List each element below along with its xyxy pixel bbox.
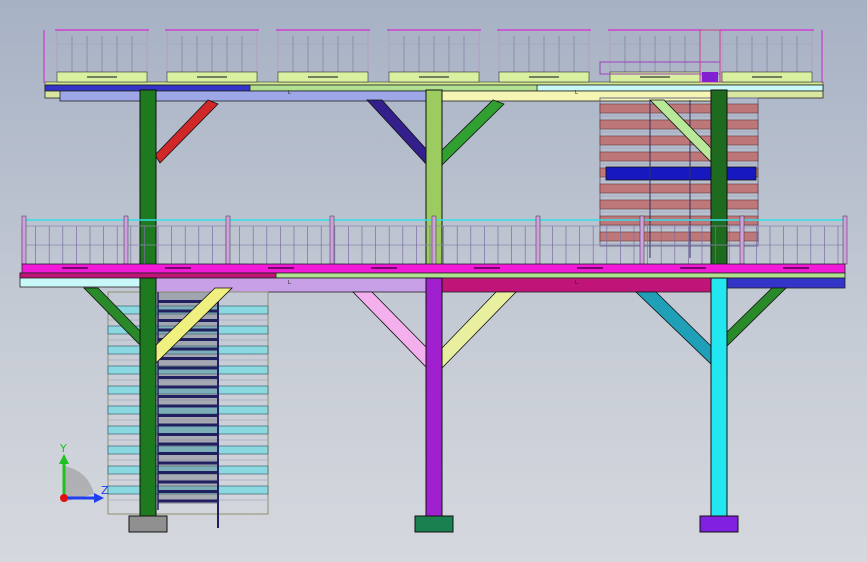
stair-gate — [599, 29, 721, 83]
stair-step — [158, 480, 218, 484]
stair-step — [158, 499, 218, 503]
stair-step — [158, 433, 218, 436]
svg-text:L: L — [575, 90, 578, 96]
stair-step — [158, 471, 218, 474]
railing-panel — [497, 29, 591, 83]
stair-step — [158, 490, 218, 493]
railing-panel — [165, 29, 259, 83]
stair-tread — [599, 151, 759, 162]
stair-tread — [599, 199, 759, 210]
railing-panel — [55, 29, 149, 83]
stair-step — [158, 452, 218, 455]
stair-step — [158, 423, 218, 427]
base-plates — [128, 515, 739, 533]
stair-tread — [599, 135, 759, 146]
svg-text:L: L — [288, 280, 291, 286]
stair-step — [158, 461, 218, 465]
stair-step — [158, 395, 218, 398]
stair-step — [158, 442, 218, 446]
stair-step — [158, 357, 218, 360]
railing-panel — [720, 29, 814, 83]
model-viewport[interactable]: L L L L Y Z — [0, 0, 867, 562]
railing-panel — [276, 29, 370, 83]
svg-text:L: L — [288, 90, 291, 96]
platform-model: L L L L — [19, 29, 848, 533]
stair-tread — [599, 231, 759, 242]
stair-step — [158, 366, 218, 370]
z-axis-label: Z — [101, 484, 109, 497]
svg-text:L: L — [575, 280, 578, 286]
railing-panel — [387, 29, 481, 83]
stair-tread — [599, 103, 759, 114]
stair-step — [158, 404, 218, 408]
upper-railing — [43, 29, 824, 86]
stair-step — [158, 385, 218, 389]
origin-dot — [60, 494, 68, 502]
y-axis-label: Y — [59, 442, 67, 455]
stair-step — [158, 414, 218, 417]
stair-tread — [599, 183, 759, 194]
coordinate-triad: Y Z — [59, 442, 109, 503]
stair-step — [158, 376, 218, 379]
